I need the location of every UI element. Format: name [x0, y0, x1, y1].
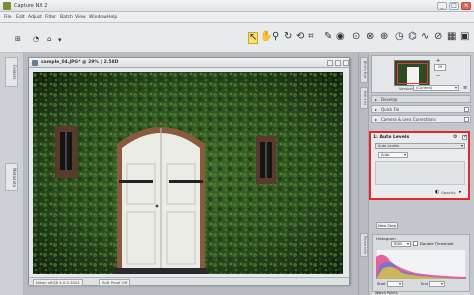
eraser-tool-icon[interactable]: ⊘ — [434, 32, 442, 42]
straighten-tool-icon[interactable]: ⟲ — [296, 32, 304, 42]
gradient-tool-icon[interactable]: ∿ — [421, 32, 429, 42]
menu-window[interactable]: Window — [89, 15, 107, 20]
version-label: Version — [399, 86, 413, 91]
zoom-tool-icon[interactable]: ⚲ — [272, 32, 279, 42]
section-camera-lens[interactable]: ▸ Camera & Lens Corrections — [371, 115, 471, 123]
opacity-label: Opacity — [441, 190, 456, 195]
close-button[interactable]: × — [461, 2, 471, 10]
image-window-title: sample_04.JPG* @ 29% | 2.58D — [41, 60, 119, 65]
tab-birds-eye[interactable]: Bird's Eye — [360, 57, 368, 83]
camera-lens-expander-icon: ▸ — [375, 117, 378, 122]
version-select[interactable]: (Current) — [413, 85, 459, 91]
histogram-start-field[interactable] — [387, 281, 403, 287]
step-settings-icon[interactable]: ⚙ — [453, 134, 457, 140]
hand-tool-icon[interactable]: ✋ — [260, 32, 272, 42]
tab-edit-list[interactable]: Edit List — [360, 87, 368, 109]
adjustment-type-select[interactable]: Auto Levels — [375, 143, 465, 149]
menu-bar: File Edit Adjust Filter Batch View Windo… — [0, 12, 474, 23]
image-close-button[interactable] — [343, 60, 349, 66]
history-icon[interactable]: ◔ — [33, 34, 39, 44]
tab-folders[interactable]: Folders — [5, 57, 18, 87]
menu-filter[interactable]: Filter — [45, 15, 56, 20]
zoom-percent-field[interactable]: 29 — [434, 64, 446, 71]
rotate-tool-icon[interactable]: ↻ — [284, 32, 292, 42]
dropdown-icon[interactable]: ▾ — [58, 35, 62, 45]
image-minimize-button[interactable] — [327, 60, 333, 66]
menu-edit[interactable]: Edit — [16, 15, 25, 20]
develop-label: Develop — [381, 97, 398, 102]
app-title: Capture NX 2 — [14, 3, 48, 9]
section-develop[interactable]: ▸ Develop — [371, 95, 471, 103]
tab-metadata[interactable]: Metadata — [5, 163, 18, 191]
photo-canvas[interactable] — [33, 72, 343, 274]
double-threshold-checkbox[interactable] — [413, 241, 418, 246]
minimize-button[interactable]: _ — [437, 2, 447, 10]
ivy-wall-photo — [33, 72, 343, 274]
auto-levels-header[interactable]: 1: Auto Levels — [373, 135, 409, 140]
menu-batch[interactable]: Batch — [60, 15, 73, 20]
home-icon[interactable]: ⌂ — [47, 34, 51, 44]
opacity-menu-icon[interactable]: ▸ — [459, 189, 462, 195]
quick-fix-expander-icon: ▸ — [375, 107, 378, 112]
app-window: Capture NX 2 _ □ × File Edit Adjust Filt… — [0, 0, 474, 295]
menu-file[interactable]: File — [4, 15, 12, 20]
crop-tool-icon[interactable]: ⌗ — [308, 32, 314, 42]
lasso-tool-icon[interactable]: ⊕ — [380, 32, 388, 42]
image-window-title-bar[interactable]: sample_04.JPG* @ 29% | 2.58D — [29, 58, 349, 68]
red-eye-tool-icon[interactable]: ◉ — [336, 32, 345, 42]
app-logo-icon — [3, 2, 11, 10]
auto-levels-enable-checkbox[interactable] — [462, 134, 467, 140]
histogram-end-label: End — [421, 282, 428, 286]
image-window: sample_04.JPG* @ 29% | 2.58D Nikon sRGB … — [28, 57, 350, 286]
histogram-panel: Histogram RGB Double Threshold Start End — [372, 234, 470, 292]
camera-lens-checkbox[interactable] — [464, 117, 469, 122]
tab-photo-info[interactable]: Photo Info — [360, 233, 368, 257]
menu-help[interactable]: Help — [107, 15, 117, 20]
toolbar: ⊞ ◔ ⌂ ▾ ↖ ✋ ⚲ ↻ ⟲ ⌗ ✎ ◉ ⊙ ⊗ ⊕ ◷ ⌬ ∿ ⊘ ▦ … — [0, 23, 474, 53]
menu-view[interactable]: View — [75, 15, 86, 20]
selection-tool-icon[interactable]: ⊗ — [366, 32, 374, 42]
auto-levels-step: 1: Auto Levels ⚙ Auto Levels Auto Opacit… — [369, 131, 470, 200]
zoom-out-icon[interactable]: − — [436, 73, 440, 79]
histogram-end-field[interactable] — [429, 281, 445, 287]
image-maximize-button[interactable] — [335, 60, 341, 66]
section-quick-fix[interactable]: ▸ Quick Fix — [371, 105, 471, 113]
arrow-tool-icon[interactable]: ↖ — [248, 32, 259, 44]
browse-icon[interactable]: ⊞ — [15, 34, 21, 44]
new-step-button[interactable]: New Step — [376, 222, 398, 229]
quick-fix-label: Quick Fix — [381, 107, 400, 112]
brush-tool-icon[interactable]: ⌬ — [408, 32, 417, 42]
image-status-bar: Nikon sRGB 4.0.0.3001 Soft Proof Off — [29, 277, 349, 286]
navigator-view-rect[interactable] — [397, 63, 428, 84]
fill-remove-tool-icon[interactable]: ▦ — [447, 32, 456, 42]
histogram-graph — [376, 249, 466, 279]
color-profile-label[interactable]: Nikon sRGB 4.0.0.3001 — [33, 279, 83, 286]
watch-points-label: Watch Points — [375, 291, 398, 295]
version-menu-icon[interactable]: ≡ — [463, 85, 467, 91]
right-panel-tabs: Bird's Eye Edit List Photo Info — [359, 53, 369, 295]
zoom-in-icon[interactable]: + — [436, 58, 440, 64]
fill-tool-icon[interactable]: ◷ — [395, 32, 404, 42]
navigator-thumbnail[interactable] — [394, 60, 430, 86]
watch-points-section[interactable]: Watch Points — [372, 291, 470, 295]
double-threshold-label: Double Threshold — [420, 241, 454, 246]
quick-fix-checkbox[interactable] — [464, 107, 469, 112]
camera-lens-label: Camera & Lens Corrections — [381, 117, 436, 122]
histogram-start-label: Start — [377, 282, 386, 286]
auto-levels-options-area — [375, 161, 465, 185]
develop-expander-icon: ▸ — [375, 97, 378, 102]
workspace: sample_04.JPG* @ 29% | 2.58D Nikon sRGB … — [24, 53, 358, 295]
maximize-button[interactable]: □ — [449, 2, 459, 10]
histogram-channel-select[interactable]: RGB — [391, 241, 411, 247]
control-point-tool-icon[interactable]: ⊙ — [352, 32, 360, 42]
retouch-tool-icon[interactable]: ✎ — [324, 32, 332, 42]
image-file-icon — [32, 60, 38, 66]
panel-toggle-icon[interactable]: ▣ — [460, 32, 469, 42]
opacity-icon: ◐ — [435, 189, 440, 195]
left-palette-strip: Folders Metadata — [0, 53, 24, 295]
auto-levels-mode-select[interactable]: Auto — [378, 152, 408, 158]
menu-adjust[interactable]: Adjust — [28, 15, 42, 20]
title-bar: Capture NX 2 _ □ × — [0, 0, 474, 12]
soft-proof-toggle[interactable]: Soft Proof Off — [99, 279, 131, 286]
